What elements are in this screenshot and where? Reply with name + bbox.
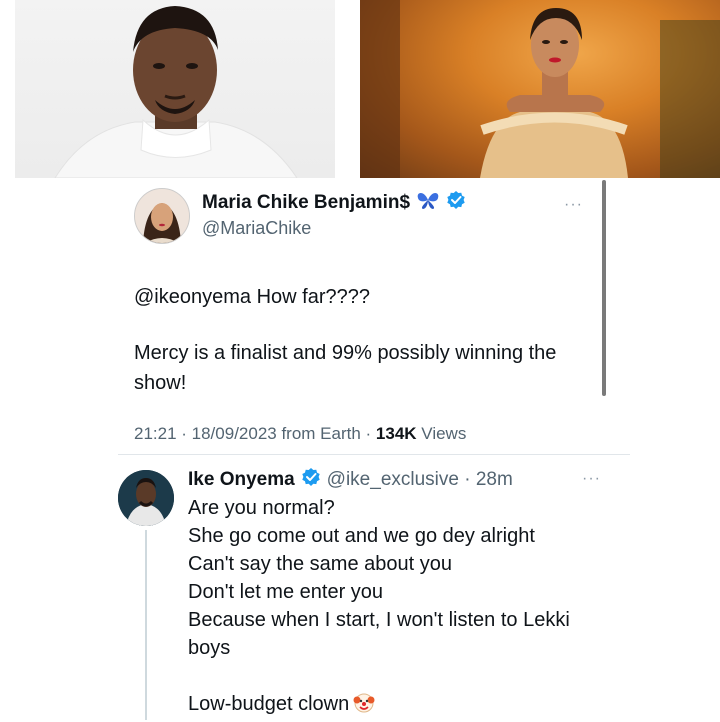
more-options-icon[interactable]: ··· [564,196,583,214]
reply-more-options-icon[interactable]: ··· [582,470,601,488]
reply-display-name[interactable]: Ike Onyema [188,469,295,491]
ike-avatar[interactable] [118,470,174,526]
reply-author-row: Ike Onyema @ike_exclusive · 28m [188,467,513,493]
reply-handle-time[interactable]: @ike_exclusive · 28m [327,469,513,491]
reply-line: She go come out and we go dey alright [188,525,535,547]
author-display-name[interactable]: Maria Chike Benjamin$ [202,192,410,214]
tweet-meta: 21:21 · 18/09/2023 from Earth · 134K Vie… [134,424,466,444]
tweet-text-line-2: Mercy is a finalist and 99% possibly win… [134,342,557,394]
reply-line: Don't let me enter you [188,581,384,603]
reply-line: Because when I start, I won't listen to … [188,609,570,659]
author-handle[interactable]: @MariaChike [202,218,311,239]
man-portrait-photo [15,0,335,178]
reply-line: Are you normal? [188,497,335,519]
thread-line [145,530,147,720]
photo-collage [0,0,720,178]
scrollbar[interactable] [602,180,606,396]
views-count: 134K [375,424,417,443]
reply-line: Can't say the same about you [188,553,452,575]
tweet-text-line-1: @ikeonyema How far???? [134,286,370,308]
maria-avatar[interactable] [134,188,190,244]
tweet-author-row: Maria Chike Benjamin$ [202,190,466,215]
reply-closing-line: Low-budget clown [188,690,608,722]
divider [118,454,630,455]
verified-badge-icon [446,190,466,215]
tweet-timestamp[interactable]: 21:21 · 18/09/2023 from Earth · [134,424,376,443]
butterfly-emoji-icon [416,190,440,215]
views-label: Views [416,424,467,443]
verified-badge-icon [301,467,321,493]
clown-emoji-icon [353,692,375,722]
reply-text: Are you normal? She go come out and we g… [188,494,608,722]
reply-closing-text: Low-budget clown [188,693,350,715]
woman-portrait-photo [360,0,720,178]
